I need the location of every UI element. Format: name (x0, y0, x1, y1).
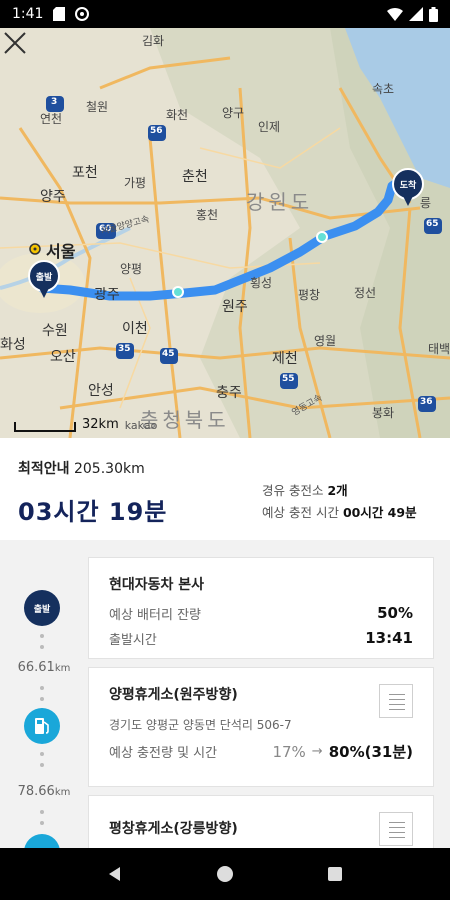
place-label: 연천 (40, 112, 63, 126)
route-65-label: 65 (426, 219, 439, 229)
charge-from: 17% (272, 742, 306, 761)
place-label: 양구 (222, 106, 245, 120)
place-label: 충주 (216, 385, 242, 401)
place-label: 속초 (372, 82, 395, 96)
route-summary: 최적안내 205.30km 03시간 19분 경유 충전소 2개 예상 충전 시… (0, 438, 450, 540)
place-label: 양평 (120, 262, 143, 276)
place-label: 봉화 (372, 406, 395, 420)
battery-label: 예상 배터리 잔량 (109, 608, 201, 623)
place-label: 원주 (222, 299, 248, 315)
place-label: 홍천 (196, 208, 219, 222)
start-pin[interactable]: 출발 (28, 260, 60, 300)
route-type-label: 최적안내 (18, 461, 70, 477)
place-label: 화천 (166, 108, 189, 122)
close-icon[interactable] (0, 28, 30, 58)
place-label: 태백 (428, 342, 450, 356)
charge-time-value: 00시간 49분 (342, 505, 417, 520)
depart-label: 출발시간 (109, 633, 157, 648)
back-icon[interactable] (106, 865, 124, 883)
region-label: 강원도 (246, 190, 314, 214)
waypoint-card-station[interactable]: 평창휴게소(강릉방향) (88, 795, 434, 848)
map-scale-label: 32km (82, 417, 119, 432)
place-label: 영월 (314, 334, 337, 348)
status-bar: 1:41 (0, 0, 450, 28)
battery-icon (429, 6, 438, 22)
arrow-right-icon: → (311, 744, 323, 759)
system-nav-bar (0, 848, 450, 900)
place-label: 안성 (88, 383, 114, 399)
leg-distance: 78.66km (17, 784, 71, 799)
home-icon[interactable] (216, 865, 234, 883)
recents-icon[interactable] (326, 865, 344, 883)
waypoint-title: 양평휴게소(원주방향) (109, 687, 238, 703)
place-label: 김화 (142, 34, 165, 48)
charging-station-icon (24, 708, 60, 744)
place-label: 춘천 (182, 169, 208, 185)
app-notification-icon (75, 7, 90, 21)
place-label: 정선 (354, 286, 377, 300)
waypoint-marker (172, 286, 184, 298)
route-distance: 205.30km (73, 461, 145, 477)
charge-stats: 경유 충전소 2개 예상 충전 시간 00시간 49분 (262, 480, 417, 524)
map-scale: 32km kakao (14, 417, 157, 432)
city-dot-icon (29, 243, 41, 255)
place-label: 수원 (42, 323, 68, 339)
stations-label: 경유 충전소 (262, 483, 324, 498)
place-label: 포천 (72, 165, 98, 181)
waypoint-title: 평창휴게소(강릉방향) (109, 821, 238, 837)
place-label: 철원 (86, 100, 109, 114)
place-label: 양주 (40, 189, 66, 205)
charge-to: 80%(31분) (328, 743, 413, 761)
city-label-seoul: 서울 (46, 242, 76, 261)
charge-time-label: 예상 충전 시간 (262, 505, 339, 520)
place-label: 평창 (298, 288, 321, 302)
waypoint-list[interactable]: 출발 66.61km 78.66km 현대자동차 본사 예상 배터리 잔량 50… (0, 540, 450, 848)
place-label: 화성 (0, 337, 26, 353)
place-label: 인제 (258, 120, 281, 134)
signal-icon (409, 7, 423, 21)
end-pin[interactable]: 도착 (392, 168, 424, 208)
battery-value: 50% (377, 604, 413, 622)
route-36-label: 36 (420, 397, 433, 407)
waypoint-title: 현대자동차 본사 (109, 577, 205, 593)
fuel-pump-icon (35, 718, 49, 734)
leg-distance: 66.61km (17, 660, 71, 675)
place-label: 광주 (94, 287, 120, 303)
start-node: 출발 (24, 590, 60, 626)
timeline: 출발 66.61km 78.66km (0, 540, 88, 848)
waypoint-address: 경기도 양평군 양동면 단석리 506-7 (109, 718, 292, 732)
charge-label: 예상 충전량 및 시간 (109, 746, 218, 761)
waypoint-card-station[interactable]: 양평휴게소(원주방향) 경기도 양평군 양동면 단석리 506-7 예상 충전량… (88, 667, 434, 787)
map-attribution: kakao (124, 419, 158, 432)
route-35-label: 35 (118, 344, 131, 354)
waypoint-card-start[interactable]: 현대자동차 본사 예상 배터리 잔량 50% 출발시간 13:41 (88, 557, 434, 659)
charging-station-icon (24, 834, 60, 848)
depart-value: 13:41 (365, 629, 413, 647)
sd-card-icon (53, 7, 66, 21)
route-56-label: 56 (150, 126, 163, 136)
station-detail-button[interactable] (379, 812, 413, 846)
place-label: 가평 (124, 176, 147, 190)
stations-value: 2개 (327, 483, 348, 498)
station-detail-button[interactable] (379, 684, 413, 718)
route-map[interactable]: 3 56 60 65 35 45 55 36 김화 속초 철원 화천 양구 인제… (0, 28, 450, 438)
wifi-icon (387, 8, 403, 21)
place-label: 이천 (122, 321, 148, 337)
place-label: 제천 (272, 351, 298, 367)
waypoint-marker (316, 231, 328, 243)
route-55-label: 55 (282, 374, 295, 384)
status-time: 1:41 (12, 6, 44, 22)
place-label: 오산 (50, 349, 76, 365)
route-3-label: 3 (51, 97, 58, 107)
route-45-label: 45 (162, 349, 175, 359)
place-label: 횡성 (250, 276, 273, 290)
